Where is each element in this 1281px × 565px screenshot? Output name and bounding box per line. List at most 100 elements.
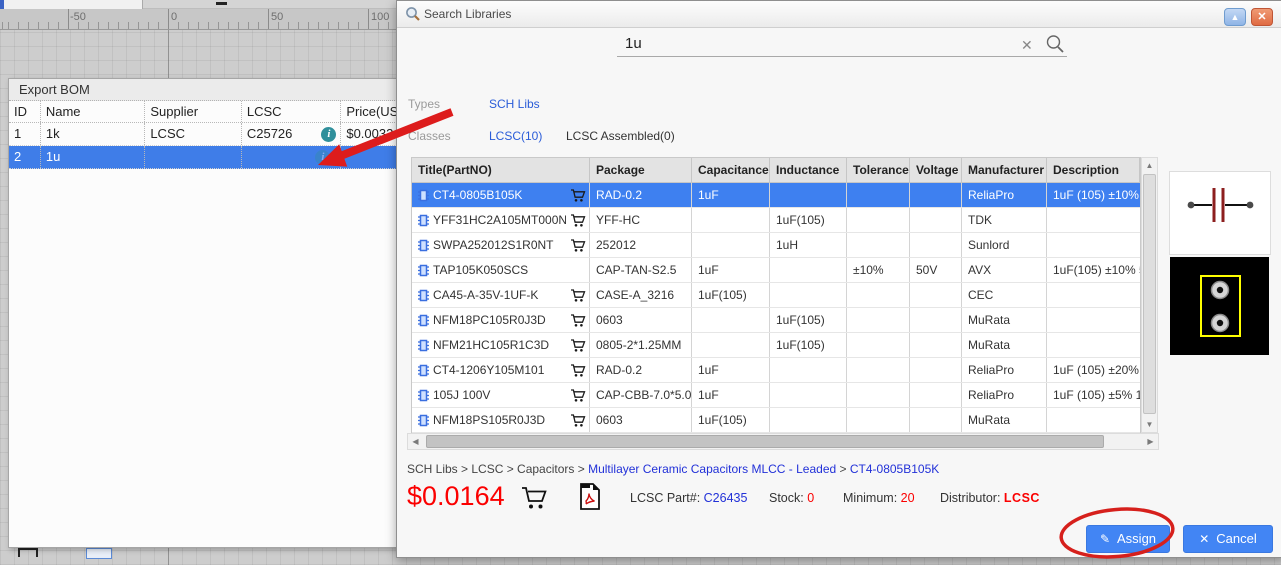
lcsc-part-link[interactable]: C26435	[704, 491, 748, 505]
search-input[interactable]	[617, 31, 1067, 57]
ic-chip-icon	[418, 239, 429, 252]
types-label: Types	[408, 97, 441, 111]
part-row[interactable]: CT4-1206Y105M101 RAD-0.2 1uF ReliaPro 1uF (1…	[412, 358, 1140, 383]
scroll-up-icon[interactable]: ▲	[1142, 158, 1157, 173]
canvas-partial-component	[18, 548, 38, 557]
vertical-scrollbar[interactable]: ▲ ▼	[1141, 157, 1158, 433]
filter-sch-libs[interactable]: SCH Libs	[489, 97, 540, 111]
part-inductance-cell	[770, 183, 847, 207]
bom-col-id[interactable]: ID	[9, 101, 41, 122]
assign-button[interactable]: ✎ Assign	[1086, 525, 1170, 553]
part-row[interactable]: YFF31HC2A105MT000N YFF-HC 1uF(105) TDK	[412, 208, 1140, 233]
add-to-cart-icon[interactable]	[570, 188, 586, 203]
part-title: YFF31HC2A105MT000N	[433, 213, 566, 227]
ic-chip-icon	[418, 289, 429, 302]
column-header-capacitance[interactable]: Capacitance	[692, 158, 770, 182]
horizontal-scrollbar[interactable]: ◀ ▶	[407, 433, 1159, 450]
column-header-package[interactable]: Package	[590, 158, 692, 182]
minimum-label: Minimum:	[843, 491, 901, 505]
part-row[interactable]: CA45-A-35V-1UF-K CASE-A_3216 1uF(105) CEC	[412, 283, 1140, 308]
part-manufacturer-cell: AVX	[962, 258, 1047, 282]
bom-row-2-selected[interactable]: 2 1u i	[9, 146, 409, 169]
scroll-down-icon[interactable]: ▼	[1142, 417, 1157, 432]
part-manufacturer-cell: MuRata	[962, 408, 1047, 432]
search-icon	[405, 6, 421, 27]
part-capacitance-cell	[692, 308, 770, 332]
breadcrumb-part-link[interactable]: CT4-0805B105K	[850, 462, 939, 476]
classes-label: Classes	[408, 129, 451, 143]
add-to-cart-icon[interactable]	[570, 213, 586, 228]
column-header-manufacturer[interactable]: Manufacturer	[962, 158, 1047, 182]
part-package-cell: RAD-0.2	[590, 183, 692, 207]
add-to-cart-icon[interactable]	[570, 363, 586, 378]
add-to-cart-icon[interactable]	[570, 313, 586, 328]
lcsc-part-label: LCSC Part#:	[630, 491, 704, 505]
export-bom-window: Export BOM ID Name Supplier LCSC Price(U…	[8, 78, 410, 548]
column-header-tolerance[interactable]: Tolerance	[847, 158, 910, 182]
horizontal-scrollbar-thumb[interactable]	[426, 435, 1104, 448]
part-package-cell: 252012	[590, 233, 692, 257]
info-icon[interactable]: i	[321, 127, 337, 142]
filter-lcsc[interactable]: LCSC(10)	[489, 129, 542, 143]
add-to-cart-icon[interactable]	[570, 413, 586, 428]
add-to-cart-icon[interactable]	[570, 388, 586, 403]
collapse-dialog-button[interactable]: ▲	[1224, 8, 1246, 26]
filter-lcsc-assembled[interactable]: LCSC Assembled(0)	[566, 129, 675, 143]
part-row[interactable]: 105J 100V CAP-CBB-7.0*5.0 1uF ReliaPro 1uF (…	[412, 383, 1140, 408]
search-submit-icon[interactable]	[1045, 34, 1065, 59]
ic-chip-icon	[418, 339, 429, 352]
part-voltage-cell	[910, 408, 962, 432]
part-title-cell: YFF31HC2A105MT000N	[412, 208, 590, 232]
part-voltage-cell	[910, 233, 962, 257]
part-voltage-cell	[910, 333, 962, 357]
bom-cell-lcsc: i	[242, 146, 342, 168]
info-icon[interactable]: i	[315, 150, 331, 165]
parts-table: Title(PartNO) Package Capacitance Inductanc…	[411, 157, 1141, 434]
part-inductance-cell	[770, 358, 847, 382]
part-row-selected[interactable]: CT4-0805B105K RAD-0.2 1uF ReliaPro 1uF (105)…	[412, 183, 1140, 208]
add-to-cart-icon[interactable]	[570, 288, 586, 303]
part-inductance-cell	[770, 383, 847, 407]
canvas-top-strip	[0, 0, 396, 9]
vertical-scrollbar-thumb[interactable]	[1143, 174, 1156, 414]
bom-cell-name: 1k	[41, 123, 146, 145]
bom-col-lcsc[interactable]: LCSC	[242, 101, 342, 122]
add-to-cart-icon[interactable]	[570, 238, 586, 253]
parts-table-body: CT4-0805B105K RAD-0.2 1uF ReliaPro 1uF (105)…	[412, 183, 1140, 433]
bom-lcsc-code: C25726	[246, 126, 293, 141]
part-description-cell	[1047, 408, 1140, 432]
clear-search-icon[interactable]: ✕	[1021, 37, 1033, 54]
ruler-label: 50	[271, 11, 284, 23]
part-title: NFM18PC105R0J3D	[433, 313, 546, 327]
part-row[interactable]: SWPA252012S1R0NT 252012 1uH Sunlord	[412, 233, 1140, 258]
part-title-cell: NFM18PS105R0J3D	[412, 408, 590, 432]
bom-col-name[interactable]: Name	[41, 101, 146, 122]
cancel-button[interactable]: ✕ Cancel	[1183, 525, 1273, 553]
part-voltage-cell	[910, 383, 962, 407]
part-tolerance-cell	[847, 358, 910, 382]
column-header-title-partno-[interactable]: Title(PartNO)	[412, 158, 590, 182]
part-row[interactable]: NFM18PC105R0J3D 0603 1uF(105) MuRata	[412, 308, 1140, 333]
breadcrumb-category-link[interactable]: Multilayer Ceramic Capacitors MLCC - Lea…	[588, 462, 836, 476]
part-voltage-cell: 50V	[910, 258, 962, 282]
pdf-datasheet-icon[interactable]	[578, 482, 602, 516]
bom-col-supplier[interactable]: Supplier	[145, 101, 242, 122]
bom-row-1[interactable]: 1 1k LCSC C25726 i $0.0032	[9, 123, 409, 146]
column-header-description[interactable]: Description	[1047, 158, 1140, 182]
close-dialog-button[interactable]: ✕	[1251, 8, 1273, 26]
column-header-inductance[interactable]: Inductance	[770, 158, 847, 182]
cart-icon[interactable]	[520, 485, 548, 516]
part-title-cell: NFM21HC105R1C3D	[412, 333, 590, 357]
dialog-titlebar[interactable]: Search Libraries ▲ ✕	[397, 1, 1281, 28]
scroll-right-icon[interactable]: ▶	[1143, 434, 1158, 449]
ruler-label: 100	[371, 11, 390, 23]
add-to-cart-icon[interactable]	[570, 338, 586, 353]
part-voltage-cell	[910, 358, 962, 382]
part-row[interactable]: NFM18PS105R0J3D 0603 1uF(105) MuRata	[412, 408, 1140, 433]
scroll-left-icon[interactable]: ◀	[408, 434, 423, 449]
column-header-voltage[interactable]: Voltage	[910, 158, 962, 182]
part-title: CA45-A-35V-1UF-K	[433, 288, 539, 302]
document-tab[interactable]	[4, 0, 143, 9]
part-row[interactable]: NFM21HC105R1C3D 0805-2*1.25MM 1uF(105) MuRa…	[412, 333, 1140, 358]
part-row[interactable]: TAP105K050SCS CAP-TAN-S2.5 1uF ±10% 50V AVX 1u…	[412, 258, 1140, 283]
